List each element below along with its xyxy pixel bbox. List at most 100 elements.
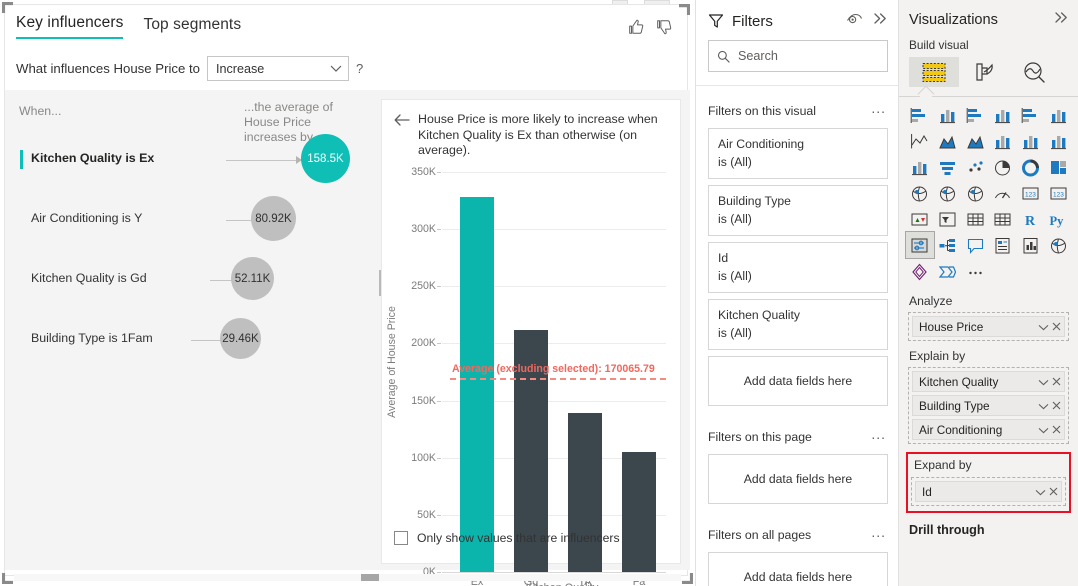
donut-chart-icon[interactable] [1017,154,1045,180]
remove-field-icon[interactable] [1052,318,1061,336]
matrix-icon[interactable] [989,206,1017,232]
filter-card[interactable]: Air Conditioning is (All) [708,128,888,179]
clustered-column-chart-icon[interactable] [989,102,1017,128]
field-chip-id[interactable]: Id [915,481,1062,502]
scrollbar-thumb[interactable] [361,574,379,581]
decomposition-tree-icon[interactable] [934,232,962,258]
field-chip-house-price[interactable]: House Price [912,316,1065,337]
pie-chart-icon[interactable] [989,154,1017,180]
chevron-down-icon[interactable] [1038,397,1049,415]
funnel-icon[interactable] [934,154,962,180]
field-chip-air-conditioning[interactable]: Air Conditioning [912,419,1065,440]
stacked-area-chart-icon[interactable] [961,128,989,154]
influencer-label: Kitchen Quality is Ex [31,151,155,165]
field-chip-kitchen-quality[interactable]: Kitchen Quality [912,371,1065,392]
filters-search-input[interactable]: Search [708,40,888,72]
clustered-bar-chart-icon[interactable] [961,102,989,128]
influence-direction-dropdown[interactable]: Increase [206,56,349,81]
only-show-influencers-row[interactable]: Only show values that are influencers [394,531,620,545]
chevron-down-icon[interactable] [1038,421,1049,439]
explain-by-field-well[interactable]: Kitchen Quality Building Type Air Condit [908,367,1069,444]
filters-group-more-icon[interactable]: ... [871,524,886,540]
card-icon[interactable]: 123 [1017,180,1045,206]
multi-row-card-icon[interactable]: 123 [1044,180,1072,206]
kpi-icon[interactable] [906,206,934,232]
filters-group-more-icon[interactable]: ... [871,100,886,116]
key-influencers-icon[interactable] [905,231,935,259]
analytics-magnifier-icon[interactable] [1009,57,1059,87]
100-stacked-column-chart-icon[interactable] [1044,102,1072,128]
smart-narrative-icon[interactable] [989,232,1017,258]
tab-top-segments[interactable]: Top segments [143,16,241,39]
thumbs-up-icon[interactable] [627,18,645,36]
arcgis-maps-icon[interactable] [1044,232,1072,258]
influencer-row[interactable]: Building Type is 1Fam 29.46K [5,318,377,380]
area-chart-icon[interactable] [934,128,962,154]
chart-bar[interactable] [622,452,656,572]
horizontal-scrollbar[interactable] [14,574,681,581]
filled-map-icon[interactable] [934,180,962,206]
expand-by-field-well[interactable]: Id [911,477,1066,506]
influencer-bubble[interactable]: 158.5K [301,134,350,183]
q-and-a-icon[interactable] [961,232,989,258]
filters-group-more-icon[interactable]: ... [871,426,886,442]
collapse-filters-pane-icon[interactable] [873,12,888,30]
format-visual-paintbrush-icon[interactable] [959,57,1009,87]
gauge-icon[interactable] [989,180,1017,206]
line-and-stacked-column-chart-icon[interactable] [989,128,1017,154]
only-show-influencers-checkbox[interactable] [394,531,408,545]
python-visual-icon[interactable]: Py [1044,206,1072,232]
filter-card[interactable]: Building Type is (All) [708,185,888,236]
chart-bar[interactable] [460,197,494,572]
chevron-down-icon[interactable] [1038,373,1049,391]
remove-field-icon[interactable] [1052,373,1061,391]
filters-dropzone-visual[interactable]: Add data fields here [708,356,888,406]
filter-card[interactable]: Kitchen Quality is (All) [708,299,888,350]
scatter-chart-icon[interactable] [961,154,989,180]
field-chip-building-type[interactable]: Building Type [912,395,1065,416]
azure-map-icon[interactable] [961,180,989,206]
filters-dropzone-all-pages[interactable]: Add data fields here [708,552,888,586]
collapse-visualizations-pane-icon[interactable] [1054,11,1069,29]
influencer-row[interactable]: Air Conditioning is Y 80.92K [5,196,377,260]
table-icon[interactable] [961,206,989,232]
back-arrow-icon[interactable] [394,113,410,127]
chevron-down-icon[interactable] [1035,483,1046,501]
chevron-down-icon[interactable] [1038,318,1049,336]
remove-field-icon[interactable] [1049,483,1058,501]
influencer-row[interactable]: Kitchen Quality is Ex 158.5K [5,134,377,200]
power-apps-icon[interactable] [906,258,934,284]
thumbs-down-icon[interactable] [655,18,673,36]
waterfall-chart-icon[interactable] [906,154,934,180]
kitchen-quality-bar-chart: Average of House Price 0K 50K 100K 150K 200K… [386,162,672,586]
more-options-icon[interactable] [961,258,989,284]
filters-dropzone-page[interactable]: Add data fields here [708,454,888,504]
stacked-column-chart-icon[interactable] [934,102,962,128]
influencers-list: Kitchen Quality is Ex 158.5K Air Conditi… [5,134,377,380]
100-stacked-bar-chart-icon[interactable] [1017,102,1045,128]
r-script-visual-icon[interactable]: R [1017,206,1045,232]
chart-bar[interactable] [568,413,602,572]
remove-field-icon[interactable] [1052,421,1061,439]
remove-field-icon[interactable] [1052,397,1061,415]
influencer-bubble[interactable]: 29.46K [220,318,261,359]
analyze-field-well[interactable]: House Price [908,312,1069,341]
eye-icon[interactable] [846,12,863,30]
paginated-report-icon[interactable] [1017,232,1045,258]
treemap-icon[interactable] [1044,154,1072,180]
line-and-clustered-column-chart-icon[interactable] [1017,128,1045,154]
stacked-bar-chart-icon[interactable] [906,102,934,128]
line-chart-icon[interactable] [906,128,934,154]
tab-key-influencers[interactable]: Key influencers [16,14,124,39]
help-question-mark-icon[interactable]: ? [356,61,363,76]
power-automate-icon[interactable] [934,258,962,284]
y-tick-mark [437,229,441,231]
influencer-row[interactable]: Kitchen Quality is Gd 52.11K [5,257,377,320]
slicer-icon[interactable] [934,206,962,232]
build-visual-icon[interactable] [909,57,959,87]
ribbon-chart-icon[interactable] [1044,128,1072,154]
filter-card[interactable]: Id is (All) [708,242,888,293]
influencer-bubble[interactable]: 80.92K [251,196,296,241]
map-icon[interactable] [906,180,934,206]
influencer-bubble[interactable]: 52.11K [231,257,274,300]
